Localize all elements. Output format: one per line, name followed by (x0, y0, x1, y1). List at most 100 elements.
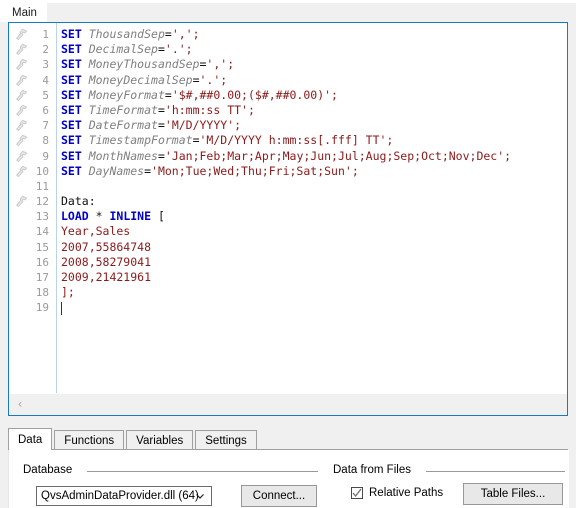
tab-data[interactable]: Data (8, 428, 53, 450)
code-line[interactable]: 13 LOAD * INLINE [ (9, 209, 567, 224)
data-from-files-group-rule (426, 471, 565, 472)
code-line[interactable]: 2 SET DecimalSep='.'; (9, 42, 567, 57)
code-token-var: TimeFormat (88, 102, 158, 117)
code-token-kw: SET (61, 133, 89, 148)
tab-functions[interactable]: Functions (54, 430, 125, 450)
script-editor-panel[interactable]: 1 SET ThousandSep=','; 2 SET DecimalSep='.'… (8, 22, 568, 416)
line-number: 1 (42, 28, 49, 41)
code-token-op: = (157, 42, 165, 57)
code-line[interactable]: 5 SET MoneyFormat='$#,##0.00;($#,##0.00)'… (9, 88, 567, 103)
code-token-kw: SET (61, 148, 89, 163)
code-token-str: ','; (171, 27, 200, 41)
table-files-button-label: Table Files... (480, 488, 546, 500)
code-token-var: ThousandSep (88, 27, 165, 41)
code-text: 2008,58279041 (61, 255, 151, 270)
code-token-op: = (164, 87, 172, 102)
code-lines[interactable]: 1 SET ThousandSep=','; 2 SET DecimalSep='.'… (9, 27, 567, 393)
code-line[interactable]: 15 2007,55864748 (9, 240, 567, 255)
statement-hammer-icon (14, 104, 28, 117)
text-caret (61, 301, 62, 315)
code-line[interactable]: 3 SET MoneyThousandSep=','; (9, 57, 567, 72)
code-text: SET DateFormat='M/D/YYYY'; (61, 118, 241, 133)
code-token-str: ','; (206, 57, 235, 72)
code-line[interactable]: 6 SET TimeFormat='h:mm:ss TT'; (9, 103, 567, 118)
code-line[interactable]: 17 2009,21421961 (9, 270, 567, 285)
tab-main[interactable]: Main (2, 2, 47, 22)
lower-tab-row[interactable]: Data Functions Variables Settings (8, 428, 259, 450)
code-line[interactable]: 7 SET DateFormat='M/D/YYYY'; (9, 118, 567, 133)
relative-paths-checkbox[interactable] (351, 487, 363, 499)
code-line[interactable]: 18]; (9, 285, 567, 300)
connect-button[interactable]: Connect... (241, 485, 317, 507)
code-token-var: DecimalSep (88, 42, 158, 57)
code-line[interactable]: 10 SET DayNames='Mon;Tue;Wed;Thu;Fri;Sat;… (9, 164, 567, 179)
tab-strip-filler (44, 3, 576, 23)
code-token-str: '$#,##0.00;($#,##0.00)'; (171, 87, 338, 102)
database-group: Database QvsAdminDataProvider.dll (64) C… (23, 464, 318, 508)
code-text: SET DecimalSep='.'; (61, 42, 193, 57)
line-number: 5 (42, 88, 49, 102)
line-number: 4 (42, 73, 49, 87)
code-token-kw: SET (61, 57, 89, 72)
line-number: 8 (42, 134, 49, 148)
code-line[interactable]: 14 Year,Sales (9, 224, 567, 239)
script-editor-body[interactable]: 1 SET ThousandSep=','; 2 SET DecimalSep='.'… (9, 23, 567, 393)
statement-hammer-icon (14, 165, 28, 178)
code-text: Data: (61, 194, 96, 209)
statement-hammer-icon (14, 43, 28, 56)
code-token-op: = (157, 102, 165, 117)
code-token-var: TimestampFormat (88, 133, 193, 148)
data-provider-dropdown[interactable]: QvsAdminDataProvider.dll (64) (36, 486, 212, 506)
database-group-label: Database (23, 464, 79, 476)
line-number: 2 (42, 43, 49, 57)
code-token-kw: SET (61, 163, 89, 178)
line-number: 12 (35, 195, 49, 209)
code-token-plain: * (88, 209, 110, 224)
table-files-button[interactable]: Table Files... (463, 483, 563, 505)
data-from-files-group-label: Data from Files (333, 464, 417, 476)
code-token-var: MonthNames (88, 148, 158, 163)
code-token-kw: INLINE (109, 209, 152, 224)
editor-horizontal-scrollbar[interactable]: ‹ (9, 393, 567, 415)
tab-settings[interactable]: Settings (195, 430, 257, 450)
scroll-left-arrow-icon[interactable]: ‹ (13, 397, 27, 411)
code-text: 2009,21421961 (61, 270, 151, 285)
code-token-str: 'M/D/YYYY h:mm:ss[.fff] TT'; (199, 133, 394, 148)
line-number: 19 (35, 301, 49, 315)
code-text: LOAD * INLINE [ (61, 209, 165, 224)
code-token-str: 'Jan;Feb;Mar;Apr;May;Jun;Jul;Aug;Sep;Oct… (164, 148, 512, 163)
code-token-plain: Data: (61, 194, 96, 209)
code-text: 2007,55864748 (61, 240, 151, 255)
code-line[interactable]: 12 Data: (9, 194, 567, 209)
code-text: SET MoneyDecimalSep='.'; (61, 73, 227, 88)
code-line[interactable]: 9 SET MonthNames='Jan;Feb;Mar;Apr;May;Jun… (9, 149, 567, 164)
tab-variables[interactable]: Variables (126, 430, 194, 450)
line-number: 13 (35, 210, 49, 224)
statement-hammer-icon (14, 89, 28, 102)
code-line[interactable]: 8 SET TimestampFormat='M/D/YYYY h:mm:ss[.… (9, 133, 567, 148)
connect-button-label: Connect... (252, 490, 306, 502)
code-token-str: '.'; (164, 42, 193, 57)
chevron-down-icon[interactable] (194, 490, 206, 502)
code-token-op: = (192, 72, 200, 87)
code-line[interactable]: 16 2008,58279041 (9, 255, 567, 270)
code-token-kw: SET (61, 118, 89, 133)
line-number: 14 (35, 225, 49, 239)
code-token-op: = (157, 148, 165, 163)
code-line[interactable]: 11 (9, 179, 567, 194)
code-token-str: 2008,58279041 (61, 254, 152, 269)
line-number: 18 (35, 286, 49, 300)
code-text: Year,Sales (61, 224, 130, 239)
line-number: 15 (35, 240, 49, 254)
data-provider-value: QvsAdminDataProvider.dll (64) (41, 490, 199, 502)
code-line[interactable]: 4 SET MoneyDecimalSep='.'; (9, 73, 567, 88)
code-text: SET TimestampFormat='M/D/YYYY h:mm:ss[.f… (61, 133, 393, 148)
code-text: ]; (61, 285, 75, 300)
code-line[interactable]: 1 SET ThousandSep=','; (9, 27, 567, 42)
code-token-op: = (192, 133, 200, 148)
line-number: 10 (35, 164, 49, 178)
code-text: SET MoneyThousandSep=','; (61, 57, 234, 72)
code-token-kw: SET (61, 102, 89, 117)
statement-hammer-icon (14, 134, 28, 147)
code-line[interactable]: 19 (9, 300, 567, 315)
